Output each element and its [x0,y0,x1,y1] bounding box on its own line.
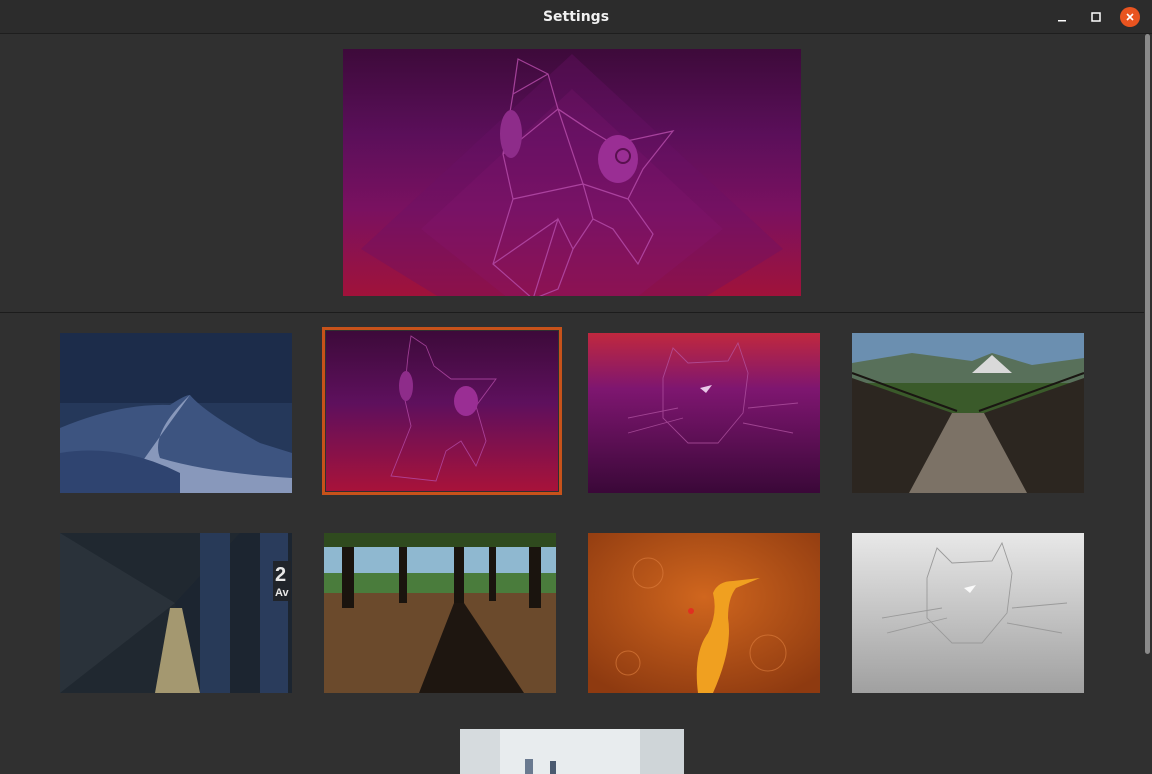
wallpaper-focal-fossa-purple[interactable] [322,327,562,495]
window-titlebar: Settings [0,0,1152,34]
fossa-cat-grey-image [852,533,1084,693]
current-background-preview [343,49,801,296]
separator [0,312,1144,313]
wallpaper-forest-shadow[interactable] [324,533,556,693]
suspension-bridge-image [852,333,1084,493]
wallpaper-desert-dune[interactable] [60,333,292,493]
maximize-icon [1091,12,1101,22]
fossa-wallpaper-image [361,54,783,296]
wallpaper-fossa-cat-purple[interactable] [588,333,820,493]
wallpaper-bright-interior[interactable] [460,729,684,774]
scrollbar[interactable] [1145,34,1150,654]
window-title: Settings [542,9,610,25]
subway-station-image: 2 Av [60,533,292,693]
bright-interior-image [460,729,684,774]
minimize-button[interactable] [1052,7,1072,27]
wallpaper-orange-bird[interactable] [588,533,820,693]
orange-bird-image [588,533,820,693]
forest-shadow-image [324,533,556,693]
wallpaper-subway-station[interactable]: 2 Av [60,533,292,693]
wallpaper-fossa-cat-grey[interactable] [852,533,1084,693]
background-panel: 2 Av [0,34,1152,774]
close-button[interactable] [1120,7,1140,27]
subway-sign-avenue: Av [275,587,290,599]
minimize-icon [1058,20,1066,22]
subway-sign-number: 2 [275,564,286,586]
close-icon [1126,13,1134,21]
desert-dune-image [60,333,292,493]
wallpaper-suspension-bridge[interactable] [852,333,1084,493]
maximize-button[interactable] [1086,7,1106,27]
fossa-wallpaper-thumb [326,331,558,491]
fossa-cat-purple-image [588,333,820,493]
